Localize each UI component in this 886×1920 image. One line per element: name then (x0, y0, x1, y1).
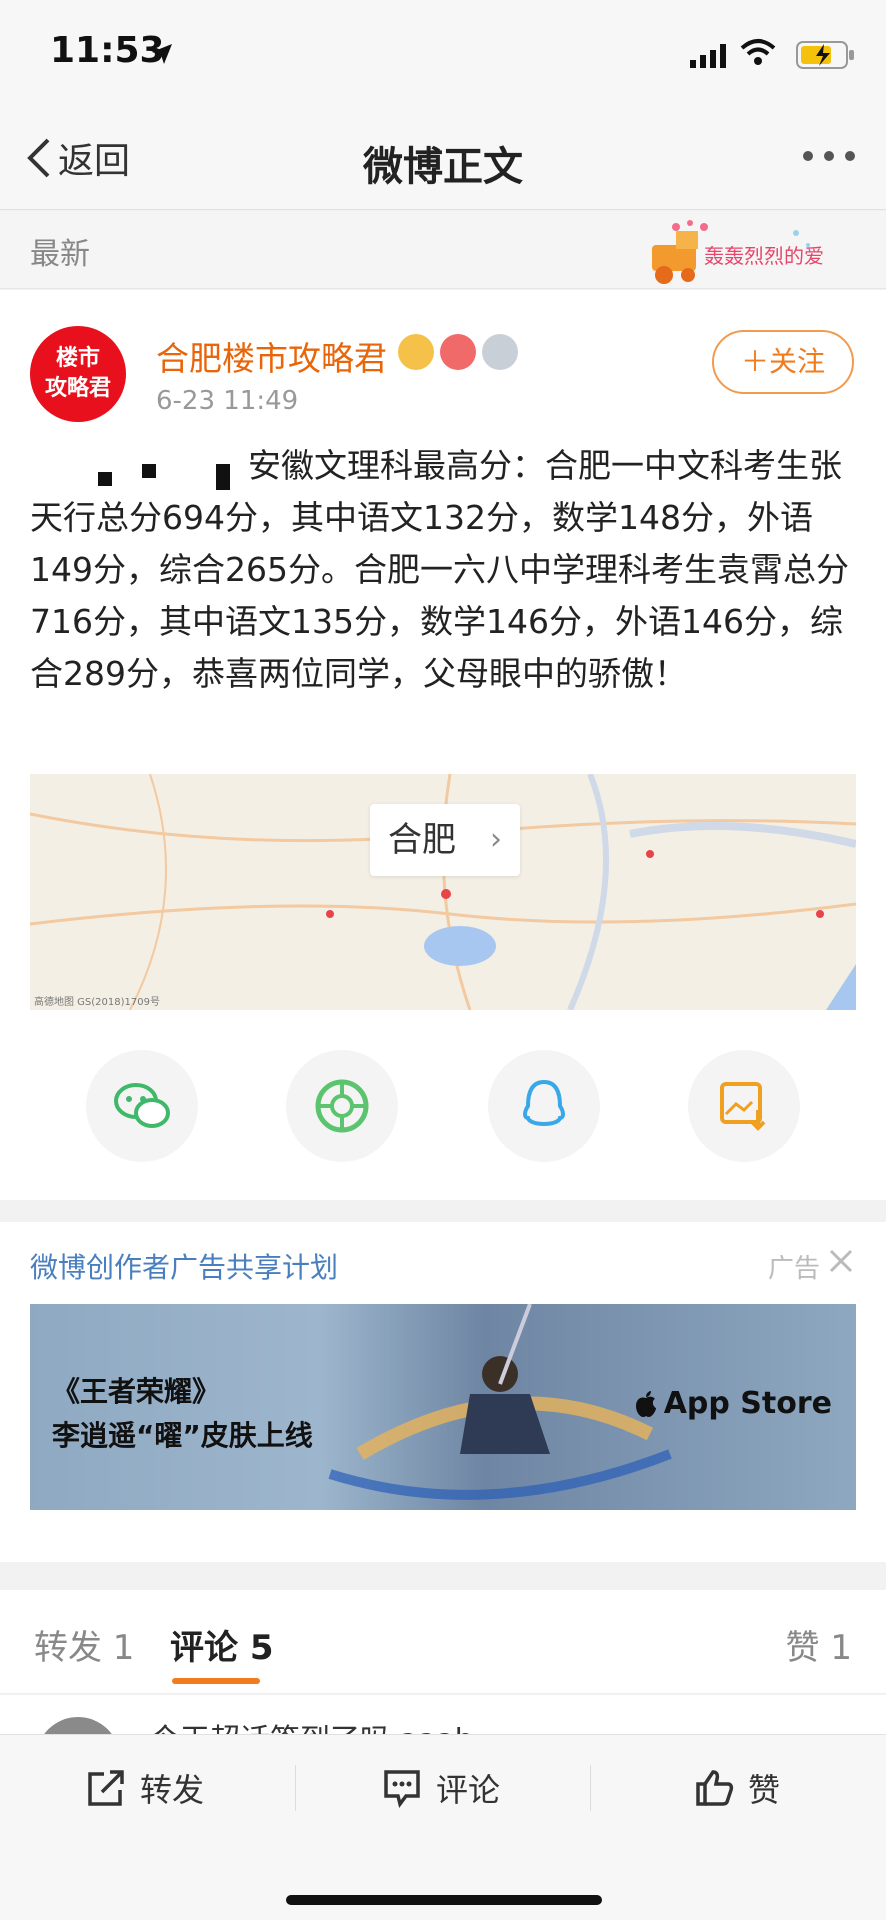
comment-text: 今天超话签到了吗 aaah (150, 1715, 474, 1735)
promo-banner-image[interactable]: 轰轰烈烈的爱 (646, 217, 826, 287)
toolbar-divider (295, 1765, 296, 1811)
location-arrow-icon (152, 44, 172, 64)
chevron-right-icon: › (490, 822, 502, 857)
latest-bar: 最新 轰轰烈烈的爱 (0, 211, 886, 289)
ad-tag: 广告 (767, 1254, 820, 1284)
tab-like[interactable]: 赞 1 (786, 1620, 852, 1669)
wifi-icon (740, 39, 776, 65)
app-store-label: App Store (663, 1386, 832, 1421)
tab-repost[interactable]: 转发 1 (34, 1620, 134, 1669)
tab-indicator (172, 1678, 260, 1684)
repost-label: 转发 (140, 1771, 205, 1809)
ad-line-2: 李逍遥“曜”皮肤上线 (52, 1419, 313, 1452)
share-moments-button[interactable] (286, 1050, 398, 1162)
author-name[interactable]: 合肥楼市攻略君 (156, 332, 387, 380)
follow-button[interactable]: ＋关注 (712, 330, 854, 394)
bottom-toolbar: 转发 评论 赞 (0, 1734, 886, 1920)
page-title: 微博正文 (363, 144, 523, 190)
interaction-tabs: 转发 1 评论 5 赞 1 (0, 1590, 886, 1694)
like-label: 赞 (748, 1771, 781, 1809)
close-icon[interactable] (828, 1248, 854, 1274)
ad-card: 微博创作者广告共享计划 广告 《王者荣耀》 李逍遥“曜”皮肤上线 App Sto… (0, 1222, 886, 1562)
ad-banner[interactable]: 《王者荣耀》 李逍遥“曜”皮肤上线 App Store (30, 1304, 856, 1510)
avatar-text-2: 攻略君 (44, 376, 111, 401)
save-image-button[interactable] (688, 1050, 800, 1162)
ad-line-1: 《王者荣耀》 (52, 1375, 221, 1408)
tab-comment[interactable]: 评论 5 (170, 1620, 274, 1669)
repost-button[interactable]: 转发 (86, 1765, 204, 1811)
medal-icon (482, 334, 518, 370)
crown-icon (398, 334, 434, 370)
comment-icon (384, 1770, 420, 1808)
status-time: 11:53 (50, 30, 165, 71)
post-card: 楼市 攻略君 合肥楼市攻略君 6-23 11:49 ＋关注 安徽文理科最高分：合… (0, 290, 886, 1200)
like-button[interactable]: 赞 (694, 1765, 780, 1811)
share-wechat-button[interactable] (86, 1050, 198, 1162)
thumbs-up-icon (696, 1770, 734, 1806)
banner-text: 轰轰烈烈的爱 (704, 244, 824, 268)
qq-icon (523, 1079, 565, 1126)
repost-icon (88, 1770, 124, 1806)
image-download-icon (720, 1082, 766, 1131)
post-time: 6-23 11:49 (156, 386, 299, 416)
ad-program-title[interactable]: 微博创作者广告共享计划 (30, 1246, 338, 1286)
moments-icon (315, 1079, 369, 1133)
location-map[interactable]: 合肥 › 高德地图 GS(2018)1709号 (30, 774, 856, 1010)
latest-label: 最新 (30, 237, 90, 272)
commenter-avatar[interactable] (36, 1717, 120, 1735)
comment-label: 评论 (436, 1771, 501, 1809)
location-name: 合肥 (388, 820, 456, 860)
post-content: 安徽文理科最高分：合肥一中文科考生张天行总分694分，其中语文132分，数学14… (30, 446, 849, 693)
comment-button[interactable]: 评论 (382, 1765, 500, 1811)
author-avatar[interactable]: 楼市 攻略君 (30, 326, 126, 422)
toolbar-divider (590, 1765, 591, 1811)
app-store-badge: App Store (634, 1386, 832, 1421)
author-badges (398, 334, 518, 370)
signal-icon (690, 44, 726, 68)
comment-preview[interactable]: 今天超话签到了吗 aaah (0, 1695, 886, 1735)
wechat-icon (114, 1083, 170, 1128)
share-row (0, 1050, 886, 1170)
apple-icon (635, 1390, 656, 1417)
share-qq-button[interactable] (488, 1050, 600, 1162)
battery-icon (796, 41, 854, 69)
bow-icon (440, 334, 476, 370)
more-icon[interactable] (802, 150, 856, 162)
map-footer: 高德地图 GS(2018)1709号 (34, 997, 160, 1008)
location-label[interactable]: 合肥 › (370, 804, 520, 876)
home-indicator[interactable] (286, 1895, 602, 1905)
nav-bar: 返回 微博正文 (0, 110, 886, 210)
avatar-text-1: 楼市 (55, 346, 100, 371)
status-bar: 11:53 (0, 0, 886, 110)
